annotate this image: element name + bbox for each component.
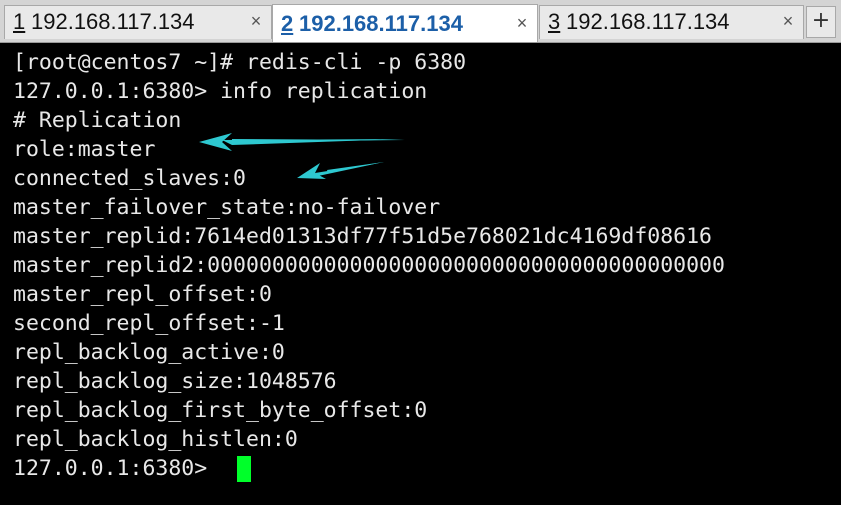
arrow-role-master (199, 133, 405, 151)
close-icon[interactable]: × (513, 14, 531, 32)
tab-session-3[interactable]: 3 192.168.117.134 × (539, 5, 804, 39)
terminal-window: 1 192.168.117.134 × 2 192.168.117.134 × … (0, 0, 841, 505)
tab-bar: 1 192.168.117.134 × 2 192.168.117.134 × … (0, 0, 841, 43)
tab-label: 192.168.117.134 (299, 11, 463, 36)
tab-index: 3 (548, 9, 561, 34)
annotation-arrows (199, 133, 405, 179)
tab-label: 192.168.117.134 (566, 9, 730, 34)
tab-session-2[interactable]: 2 192.168.117.134 × (272, 4, 538, 42)
close-icon[interactable]: × (779, 12, 797, 30)
tab-index: 1 (13, 9, 26, 34)
tab-session-1[interactable]: 1 192.168.117.134 × (4, 5, 272, 39)
arrow-connected-slaves (297, 162, 384, 179)
tab-label: 192.168.117.134 (31, 9, 195, 34)
close-icon[interactable]: × (247, 12, 265, 30)
new-tab-button[interactable]: + (806, 6, 836, 38)
terminal-output[interactable]: [root@centos7 ~]# redis-cli -p 6380 127.… (0, 43, 841, 505)
tab-index: 2 (281, 11, 294, 36)
